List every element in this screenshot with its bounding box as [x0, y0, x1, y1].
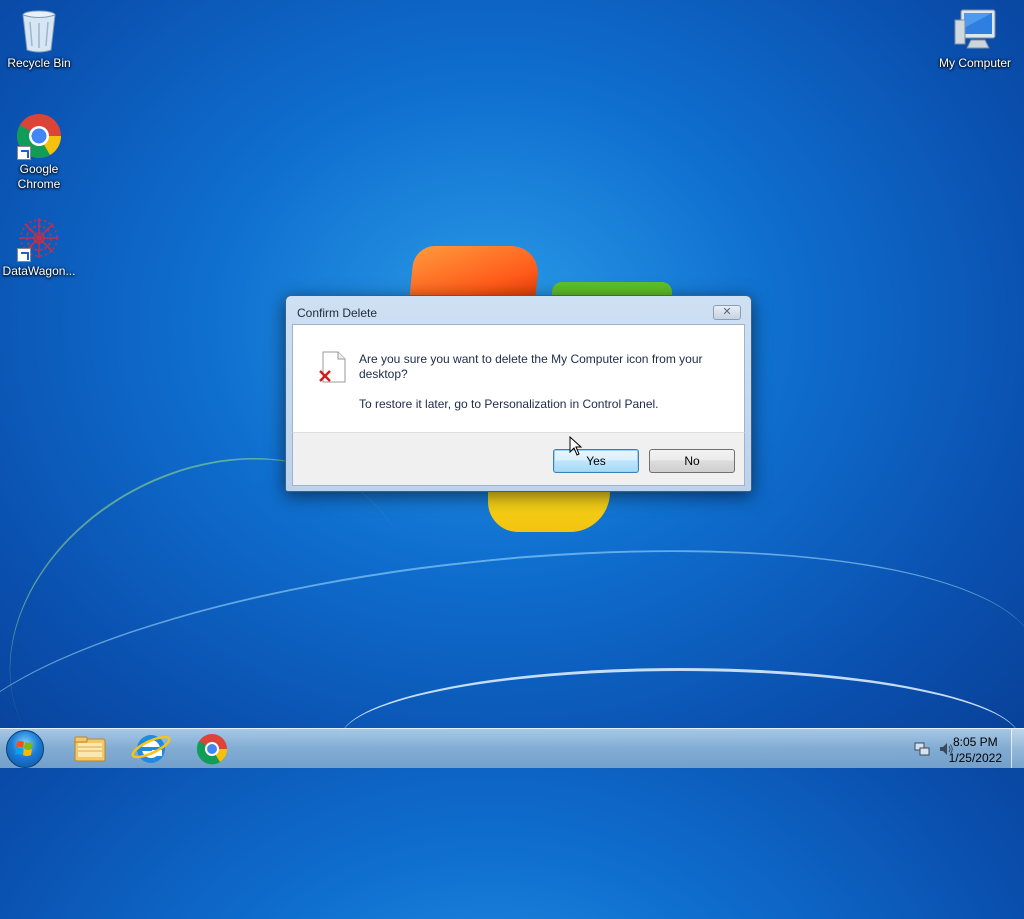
- shortcut-arrow-icon: [17, 248, 31, 262]
- show-desktop-button[interactable]: [1011, 729, 1024, 768]
- network-icon[interactable]: [914, 741, 930, 757]
- wallpaper-swoosh: [0, 503, 1024, 919]
- desktop-icon-label: Google Chrome: [17, 162, 61, 191]
- internet-explorer-icon: [131, 735, 171, 763]
- file-delete-icon: [319, 351, 349, 383]
- taskbar: 8:05 PM 1/25/2022: [0, 728, 1024, 768]
- close-button[interactable]: ✕: [713, 305, 741, 320]
- dialog-body: Are you sure you want to delete the My C…: [292, 324, 745, 432]
- system-tray: 8:05 PM 1/25/2022: [874, 729, 1024, 769]
- yes-button[interactable]: Yes: [553, 449, 639, 473]
- desktop-icon-label: Recycle Bin: [7, 56, 71, 70]
- wallpaper-logo-orange: [409, 246, 541, 298]
- clock-time: 8:05 PM: [952, 735, 998, 749]
- confirm-delete-dialog: Confirm Delete ✕ Are you sure you want t…: [285, 295, 752, 492]
- google-chrome-icon: [15, 112, 63, 160]
- google-chrome-icon: [196, 734, 228, 765]
- dialog-button-bar: Yes No: [292, 432, 745, 486]
- my-computer-icon: [951, 6, 999, 54]
- datawagon-icon: [15, 214, 63, 262]
- desktop-icon-label: My Computer: [938, 56, 1012, 70]
- desktop-icon-google-chrome[interactable]: Google Chrome: [1, 112, 77, 192]
- windows-explorer-icon: [74, 736, 106, 762]
- desktop-icon-recycle-bin[interactable]: Recycle Bin: [1, 6, 77, 71]
- taskbar-google-chrome[interactable]: [189, 731, 235, 767]
- recycle-bin-icon: [15, 6, 63, 54]
- taskbar-windows-explorer[interactable]: [67, 731, 113, 767]
- windows-logo-icon: [15, 741, 33, 756]
- start-button[interactable]: [6, 730, 44, 768]
- mouse-cursor-icon: [569, 435, 583, 456]
- desktop-icon-datawagon[interactable]: DataWagon...: [1, 214, 77, 279]
- dialog-restore-hint: To restore it later, go to Personalizati…: [359, 397, 659, 411]
- taskbar-internet-explorer[interactable]: [128, 731, 174, 767]
- wallpaper-logo-yellow: [488, 488, 610, 532]
- taskbar-clock[interactable]: 8:05 PM 1/25/2022: [949, 734, 1002, 766]
- shortcut-arrow-icon: [17, 146, 31, 160]
- dialog-message: Are you sure you want to delete the My C…: [359, 352, 703, 381]
- clock-date: 1/25/2022: [948, 751, 1002, 765]
- dialog-title: Confirm Delete: [297, 306, 378, 320]
- desktop-icon-label: DataWagon...: [2, 264, 76, 278]
- no-button[interactable]: No: [649, 449, 735, 473]
- desktop-icon-my-computer[interactable]: My Computer: [937, 6, 1013, 71]
